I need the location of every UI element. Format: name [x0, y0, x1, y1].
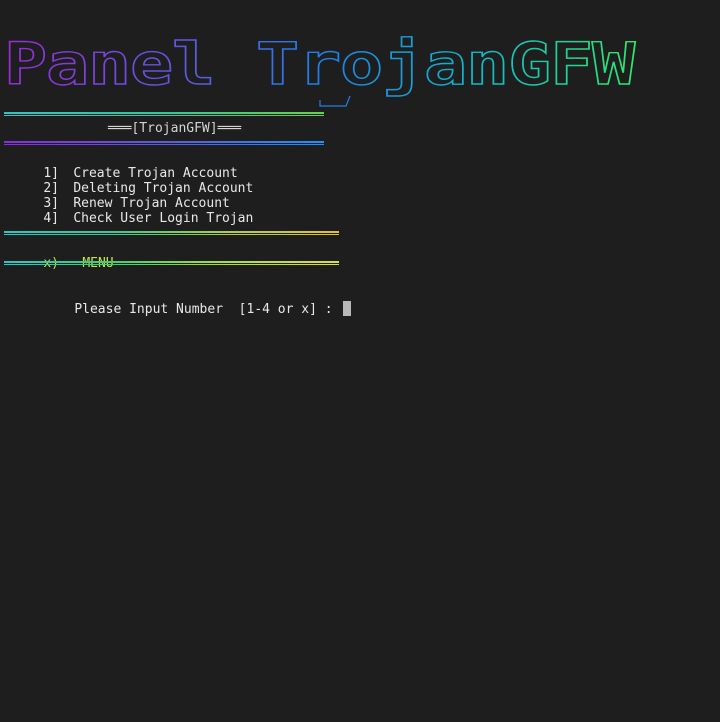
divider-bottom [4, 261, 339, 263]
menu-item-number: 4] [43, 211, 59, 226]
divider-top [4, 112, 324, 114]
divider-title-2 [4, 144, 324, 145]
page-title: ═══[TrojanGFW]═══ [108, 121, 242, 136]
input-prompt[interactable]: Please Input Number [1-4 or x] : [43, 286, 351, 332]
menu-item-label: Check User Login Trojan [73, 211, 254, 226]
banner-ascii-art: Panel TrojanGFW [2, 22, 642, 112]
divider-bottom-2 [4, 264, 339, 265]
text-cursor[interactable] [342, 301, 351, 316]
divider-title [4, 141, 324, 143]
prompt-text: Please Input Number [1-4 or x] : [74, 302, 333, 317]
terminal-window[interactable]: Panel TrojanGFW ═══[TrojanGFW]═══ 1] Crea… [0, 0, 720, 722]
divider-menu [4, 231, 339, 233]
divider-top-2 [4, 115, 324, 116]
banner-text: Panel TrojanGFW [4, 30, 635, 98]
divider-menu-2 [4, 234, 339, 235]
